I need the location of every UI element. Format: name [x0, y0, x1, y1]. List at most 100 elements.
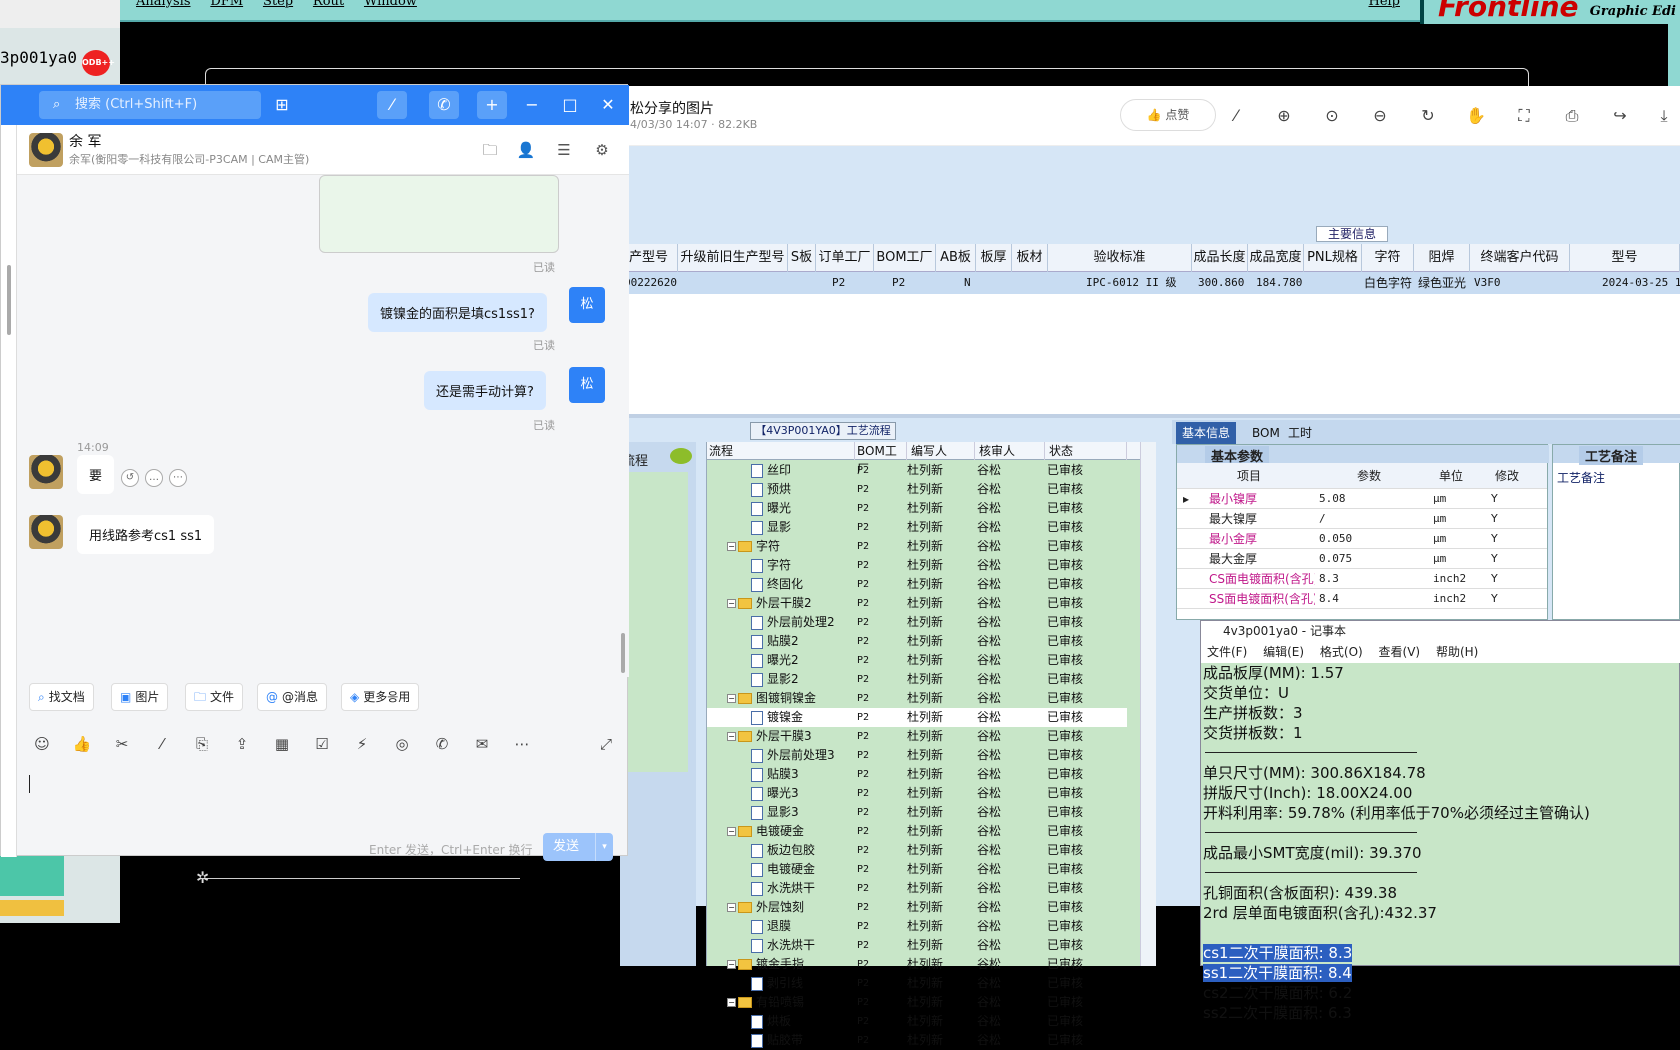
call-icon[interactable]: ✆: [429, 91, 459, 119]
print-icon[interactable]: ⎙: [1562, 106, 1582, 126]
expand-icon[interactable]: ⤢: [595, 733, 617, 755]
info-data-row[interactable]: 00222620 P2 P2 N IPC-6012 II 级 300.860 1…: [620, 272, 1680, 294]
gear-icon[interactable]: ⚙: [591, 139, 613, 161]
collapse-icon[interactable]: −: [727, 732, 736, 741]
download-icon[interactable]: ⤓: [1654, 106, 1674, 126]
tab-basic-info[interactable]: 基本信息: [1176, 422, 1237, 444]
folder-icon[interactable]: 🗀: [479, 139, 501, 161]
flow-row[interactable]: 烘板 P2 杜列新 谷松 已审核: [707, 1012, 1127, 1031]
param-row[interactable]: 最大镍厚 / μm Y: [1177, 509, 1547, 529]
flow-row[interactable]: − 外层蚀刻 P2 杜列新 谷松 已审核: [707, 898, 1127, 917]
notepad-menu-help[interactable]: 帮助(H): [1436, 645, 1478, 659]
flow-row[interactable]: 水洗烘干 P2 杜列新 谷松 已审核: [707, 879, 1127, 898]
message-bubble-me[interactable]: 镀镍金的面积是填cs1ss1?: [368, 293, 547, 332]
collapse-icon[interactable]: −: [727, 827, 736, 836]
message-bubble-them[interactable]: 用线路参考cs1 ss1: [77, 515, 215, 554]
collapse-icon[interactable]: −: [727, 694, 736, 703]
flow-row[interactable]: 显影2 P2 杜列新 谷松 已审核: [707, 670, 1127, 689]
flow-row[interactable]: 水洗烘干 P2 杜列新 谷松 已审核: [707, 936, 1127, 955]
collapse-icon[interactable]: −: [727, 960, 736, 969]
upload-icon[interactable]: ⇪: [231, 733, 253, 755]
comment-icon[interactable]: [670, 448, 692, 464]
flow-row[interactable]: 显影3 P2 杜列新 谷松 已审核: [707, 803, 1127, 822]
emoji-icon[interactable]: ☺: [31, 733, 53, 755]
avatar[interactable]: [29, 133, 63, 167]
notepad-text[interactable]: 成品板厚(MM): 1.57 交货单位：U 生产拼板数：3 交货拼板数：1 单只…: [1201, 663, 1680, 1022]
close-icon[interactable]: ✕: [593, 91, 623, 119]
flow-row[interactable]: − 有铅喷锡 P2 杜列新 谷松 已审核: [707, 993, 1127, 1012]
menu-rout[interactable]: Rout: [313, 0, 344, 8]
call-icon[interactable]: ✆: [431, 733, 453, 755]
message-bubble-them[interactable]: 要: [77, 455, 115, 494]
avatar[interactable]: [29, 515, 63, 549]
more-icon[interactable]: ⋯: [511, 733, 533, 755]
comment-icon[interactable]: …: [145, 469, 163, 487]
scissors-icon[interactable]: ✂: [111, 733, 133, 755]
flow-row[interactable]: − 图镀铜镍金 P2 杜列新 谷松 已审核: [707, 689, 1127, 708]
flow-row[interactable]: − 镀金手指 P2 杜列新 谷松 已审核: [707, 955, 1127, 974]
flow-row[interactable]: 字符 P2 杜列新 谷松 已审核: [707, 556, 1127, 575]
doc-add-icon[interactable]: ⎘: [191, 733, 213, 755]
image-message[interactable]: [319, 175, 559, 253]
fit-icon[interactable]: ⊙: [1322, 106, 1342, 126]
param-value[interactable]: 0.050: [1319, 529, 1352, 549]
collapse-icon[interactable]: −: [727, 542, 736, 551]
menu-help[interactable]: Help: [1368, 0, 1400, 8]
menu-window[interactable]: Window: [364, 0, 417, 8]
flow-row[interactable]: 板边包胶 P2 杜列新 谷松 已审核: [707, 841, 1127, 860]
flow-row[interactable]: 贴膜2 P2 杜列新 谷松 已审核: [707, 632, 1127, 651]
avatar[interactable]: [29, 455, 63, 489]
message-input[interactable]: Enter 发送，Ctrl+Enter 换行 发送 ▾: [17, 765, 629, 861]
menu-step[interactable]: Step: [263, 0, 293, 8]
menu-analysis[interactable]: Analysis: [136, 0, 191, 8]
flow-row[interactable]: − 字符 P2 杜列新 谷松 已审核: [707, 537, 1127, 556]
flow-row[interactable]: 贴膜3 P2 杜列新 谷松 已审核: [707, 765, 1127, 784]
param-value[interactable]: /: [1319, 509, 1326, 529]
crop-icon[interactable]: ⛶: [1514, 106, 1534, 126]
param-row[interactable]: CS面电镀面积(含孔) 8.3 inch2 Y: [1177, 569, 1547, 589]
avatar[interactable]: 松: [569, 287, 605, 323]
avatar[interactable]: 松: [569, 367, 605, 403]
grid-icon[interactable]: ⊞: [267, 91, 297, 119]
notepad-menu-edit[interactable]: 编辑(E): [1263, 645, 1304, 659]
flow-row[interactable]: − 电镀硬金 P2 杜列新 谷松 已审核: [707, 822, 1127, 841]
flash-icon[interactable]: ⚡: [351, 733, 373, 755]
param-row[interactable]: 最小金厚 0.050 μm Y: [1177, 529, 1547, 549]
flow-row[interactable]: 剥引线 P2 杜列新 谷松 已审核: [707, 974, 1127, 993]
more-icon[interactable]: ⋯: [169, 469, 187, 487]
meeting-icon[interactable]: ◎: [391, 733, 413, 755]
notepad-menu-format[interactable]: 格式(O): [1320, 645, 1363, 659]
chat-scrollbar[interactable]: [621, 633, 625, 673]
odb-icon[interactable]: ODB++: [82, 50, 115, 76]
file-button[interactable]: 🗀 文件: [185, 683, 244, 711]
flow-row[interactable]: 预烘 P2 杜列新 谷松 已审核: [707, 480, 1127, 499]
zoom-out-icon[interactable]: ⊖: [1370, 106, 1390, 126]
collapse-icon[interactable]: −: [727, 599, 736, 608]
magic-icon[interactable]: ⁄: [377, 91, 407, 119]
cam-color-swatch[interactable]: [0, 856, 64, 896]
collapse-icon[interactable]: −: [727, 903, 736, 912]
param-value[interactable]: 8.4: [1319, 589, 1339, 609]
mail-icon[interactable]: ✉: [471, 733, 493, 755]
flow-row[interactable]: 曝光2 P2 杜列新 谷松 已审核: [707, 651, 1127, 670]
param-value[interactable]: 0.075: [1319, 549, 1352, 569]
reply-icon[interactable]: ↺: [121, 469, 139, 487]
task-icon[interactable]: ☑: [311, 733, 333, 755]
flow-row[interactable]: 贴胶带 P2 杜列新 谷松 已审核: [707, 1031, 1127, 1050]
minimize-icon[interactable]: −: [517, 91, 547, 119]
param-row[interactable]: SS面电镀面积(含孔) 8.4 inch2 Y: [1177, 589, 1547, 609]
search-input[interactable]: ⌕ 搜索 (Ctrl+Shift+F): [39, 91, 261, 119]
calendar-icon[interactable]: ▦: [271, 733, 293, 755]
message-bubble-me[interactable]: 还是需手动计算?: [424, 371, 546, 410]
add-user-icon[interactable]: 👤: [515, 139, 537, 161]
param-value[interactable]: 8.3: [1319, 569, 1339, 589]
flow-row[interactable]: 显影 P2 杜列新 谷松 已审核: [707, 518, 1127, 537]
flow-row[interactable]: 终固化 P2 杜列新 谷松 已审核: [707, 575, 1127, 594]
flow-row[interactable]: − 外层干膜3 P2 杜列新 谷松 已审核: [707, 727, 1127, 746]
flow-row[interactable]: 镀镍金 P2 杜列新 谷松 已审核: [707, 708, 1127, 727]
share-icon[interactable]: ↪: [1610, 106, 1630, 126]
flow-row[interactable]: 外层前处理3 P2 杜列新 谷松 已审核: [707, 746, 1127, 765]
notepad-menu-file[interactable]: 文件(F): [1207, 645, 1247, 659]
cam-color-swatch-yellow[interactable]: [0, 900, 64, 916]
add-icon[interactable]: +: [477, 91, 507, 119]
